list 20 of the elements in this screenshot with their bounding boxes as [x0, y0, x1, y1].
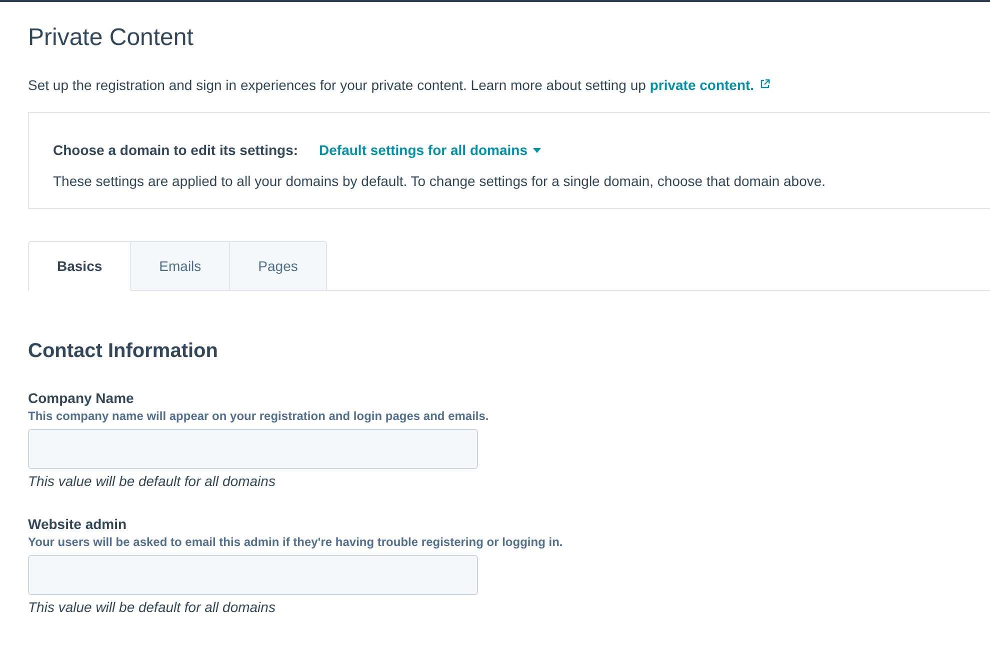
- caret-icon: [532, 148, 541, 152]
- tab[interactable]: Basics: [28, 241, 132, 291]
- field-help-text: Your users will be asked to email this admin if they're having trouble registering or logging in.: [28, 534, 563, 550]
- field-label: Company Name: [28, 389, 134, 408]
- private-content-link[interactable]: private content.: [650, 77, 754, 93]
- external-link-icon: [760, 79, 770, 89]
- field-help-text: This company name will appear on your registration and login pages and emails.: [28, 408, 489, 424]
- field-hint: This value will be default for all domains: [28, 598, 276, 617]
- page-title: Private Content: [28, 23, 194, 53]
- input-field[interactable]: [28, 555, 478, 595]
- input-field[interactable]: [28, 429, 478, 469]
- section-heading: Contact Information: [28, 339, 218, 364]
- tab[interactable]: Pages: [230, 241, 327, 291]
- domain-dropdown[interactable]: Default settings for all domains: [319, 142, 541, 158]
- domain-note: These settings are applied to all your domains by default. To change settings for a single domain, choose that domain above.: [53, 172, 826, 191]
- domain-picker-label: Choose a domain to edit its settings:: [53, 142, 298, 158]
- field-label: Website admin: [28, 515, 127, 534]
- tab[interactable]: Emails: [131, 241, 230, 291]
- field-hint: This value will be default for all domains: [28, 472, 276, 491]
- page-description: Set up the registration and sign in experiences for your private content. Learn more about setting up private content.: [28, 75, 770, 95]
